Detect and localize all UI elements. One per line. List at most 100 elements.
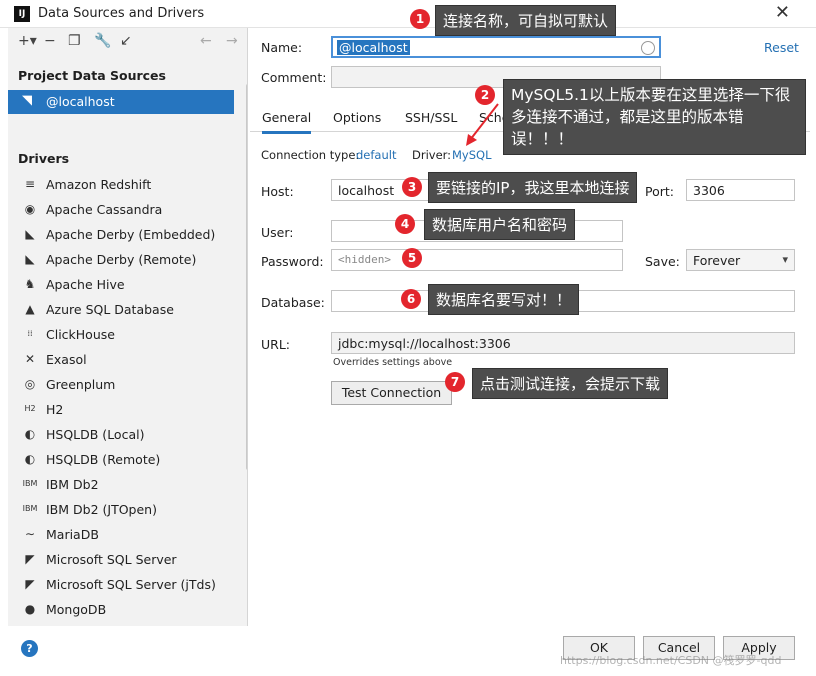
port-input[interactable]: 3306: [686, 179, 795, 201]
url-override-note: Overrides settings above: [333, 357, 453, 368]
driver-name: Microsoft SQL Server: [46, 552, 177, 567]
connection-type-label: Connection type:: [261, 148, 360, 162]
annotation-callout-6: 数据库名要写对！！: [428, 284, 580, 315]
driver-icon: ◣: [25, 227, 35, 241]
data-source-item-localhost[interactable]: ◥ @localhost: [8, 90, 234, 114]
driver-icon: IBM: [22, 479, 38, 488]
driver-name: Apache Hive: [46, 277, 125, 292]
connection-type-link[interactable]: default: [356, 148, 396, 162]
driver-item[interactable]: ∼ MariaDB: [8, 522, 234, 547]
driver-icon: IBM: [22, 504, 38, 513]
driver-item[interactable]: ◣ Apache Derby (Embedded): [8, 222, 234, 247]
driver-icon: ≡: [24, 177, 36, 191]
driver-item[interactable]: ◎ Greenplum: [8, 372, 234, 397]
annotation-badge-4: 4: [395, 214, 415, 234]
annotation-callout-4: 数据库用户名和密码: [424, 209, 576, 240]
drivers-heading: Drivers: [18, 151, 70, 166]
driver-icon: ✕: [24, 352, 36, 366]
driver-item[interactable]: ◐ HSQLDB (Remote): [8, 447, 234, 472]
annotation-badge-6: 6: [401, 289, 421, 309]
driver-item[interactable]: IBM IBM Db2: [8, 472, 234, 497]
driver-name: Microsoft SQL Server (jTds): [46, 577, 216, 592]
name-value: @localhost: [337, 40, 410, 55]
annotation-badge-3: 3: [402, 177, 422, 197]
close-icon[interactable]: ✕: [775, 2, 790, 23]
driver-item[interactable]: ◤ Microsoft SQL Server: [8, 547, 234, 572]
driver-item[interactable]: ◐ HSQLDB (Local): [8, 422, 234, 447]
password-label: Password:: [261, 254, 324, 269]
project-data-sources-heading: Project Data Sources: [18, 68, 166, 83]
name-input[interactable]: @localhost: [331, 36, 661, 58]
tab-ssh-ssl[interactable]: SSH/SSL: [405, 110, 457, 125]
save-select-value: Forever: [693, 253, 741, 268]
driver-item[interactable]: ♞ Apache Hive: [8, 272, 234, 297]
annotation-badge-5: 5: [402, 248, 422, 268]
driver-icon: H2: [24, 404, 36, 413]
left-toolbar: +▾ − ❐ 🔧 ↙ ← →: [8, 28, 247, 56]
driver-icon: ◐: [24, 427, 36, 441]
driver-name: Apache Derby (Remote): [46, 252, 197, 267]
duplicate-icon[interactable]: ❐: [68, 33, 81, 49]
data-source-label: @localhost: [46, 94, 115, 109]
comment-label: Comment:: [261, 70, 327, 85]
driver-item[interactable]: ✕ Exasol: [8, 347, 234, 372]
annotation-callout-1: 连接名称，可自拟可默认: [435, 5, 617, 36]
name-color-circle[interactable]: [641, 41, 655, 55]
back-arrow-icon[interactable]: ←: [200, 33, 212, 49]
driver-icon: ◉: [24, 202, 36, 216]
wrench-icon[interactable]: 🔧: [94, 33, 111, 49]
driver-item[interactable]: ◉ Apache Cassandra: [8, 197, 234, 222]
intellij-app-icon: IJ: [14, 6, 30, 22]
driver-link[interactable]: MySQL: [452, 148, 492, 162]
remove-icon[interactable]: −: [44, 33, 56, 49]
password-input[interactable]: <hidden>: [331, 249, 623, 271]
port-label: Port:: [645, 184, 674, 199]
driver-name: HSQLDB (Local): [46, 427, 145, 442]
save-label: Save:: [645, 254, 680, 269]
save-select[interactable]: Forever ▾: [686, 249, 795, 271]
driver-item[interactable]: ▲ Azure SQL Database: [8, 297, 234, 322]
driver-name: H2: [46, 402, 64, 417]
driver-item[interactable]: ◣ Apache Derby (Remote): [8, 247, 234, 272]
test-connection-button[interactable]: Test Connection: [331, 381, 452, 405]
driver-name: ClickHouse: [46, 327, 115, 342]
driver-icon: ◣: [25, 252, 35, 266]
driver-icon: ♞: [24, 277, 36, 291]
driver-item[interactable]: ◤ Microsoft SQL Server (jTds): [8, 572, 234, 597]
driver-icon: ◤: [25, 552, 35, 566]
driver-item[interactable]: ⁞⁞ ClickHouse: [8, 322, 234, 347]
annotation-badge-1: 1: [410, 9, 430, 29]
annotation-callout-2: MySQL5.1以上版本要在这里选择一下很多连接不通过，都是这里的版本错误！！！: [503, 79, 806, 155]
left-scrollbar[interactable]: [246, 84, 247, 470]
driver-name: MongoDB: [46, 602, 107, 617]
drivers-list: ≡ Amazon Redshift ◉ Apache Cassandra ◣ Apache…: [8, 172, 234, 622]
host-label: Host:: [261, 184, 294, 199]
driver-icon: ◤: [25, 577, 35, 591]
driver-item[interactable]: ≡ Amazon Redshift: [8, 172, 234, 197]
driver-icon: ∼: [24, 527, 36, 541]
window-title: Data Sources and Drivers: [38, 6, 205, 21]
driver-item[interactable]: H2 H2: [8, 397, 234, 422]
driver-name: Amazon Redshift: [46, 177, 152, 192]
driver-item[interactable]: IBM IBM Db2 (JTOpen): [8, 497, 234, 522]
driver-name: IBM Db2: [46, 477, 99, 492]
driver-label: Driver:: [412, 148, 452, 162]
driver-icon: ⁞⁞: [27, 329, 33, 338]
help-icon[interactable]: ?: [21, 640, 38, 657]
driver-name: IBM Db2 (JTOpen): [46, 502, 157, 517]
user-label: User:: [261, 225, 294, 240]
driver-item[interactable]: ● MongoDB: [8, 597, 234, 622]
annotation-callout-7: 点击测试连接，会提示下载: [472, 368, 669, 399]
left-pane: +▾ − ❐ 🔧 ↙ ← → Project Data Sources ◥ @l…: [8, 28, 248, 626]
reset-link[interactable]: Reset: [764, 40, 799, 55]
annotation-badge-7: 7: [445, 372, 465, 392]
annotation-callout-3: 要链接的IP，我这里本地连接: [428, 172, 638, 203]
tab-options[interactable]: Options: [333, 110, 381, 125]
import-icon[interactable]: ↙: [120, 33, 132, 49]
forward-arrow-icon[interactable]: →: [226, 33, 238, 49]
tab-general[interactable]: General: [262, 110, 312, 134]
add-icon[interactable]: +▾: [18, 33, 37, 49]
watermark: https://blog.csdn.net/CSDN @筏罗罗-qdd: [560, 654, 782, 667]
url-input[interactable]: jdbc:mysql://localhost:3306: [331, 332, 795, 354]
driver-icon: ◐: [24, 452, 36, 466]
